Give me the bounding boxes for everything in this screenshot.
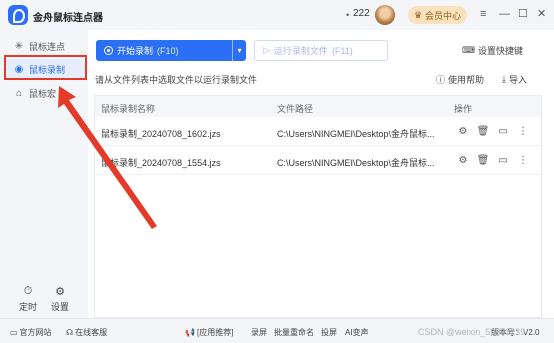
vip-center-label: 会员中心 — [425, 10, 462, 21]
sidebar-item-label: 鼠标宏 — [29, 88, 57, 99]
folder-icon[interactable]: ▭ — [497, 124, 509, 138]
recommend-link[interactable]: AI变声 — [345, 327, 369, 338]
set-hotkey-label: 设置快捷键 — [478, 46, 524, 56]
close-icon[interactable]: ✕ — [537, 8, 546, 20]
header-path: 文件路径 — [277, 104, 314, 114]
coin-count: 222 — [353, 8, 370, 19]
file-path: C:\Users\NINGMEI\Desktop\金舟鼠标... — [277, 129, 435, 139]
file-name: 鼠标录制_20240708_1554.jzs — [101, 158, 221, 168]
header-actions: 操作 — [454, 104, 473, 114]
help-label: 使用帮助 — [448, 75, 485, 85]
mouse-icon: ⌂ — [15, 87, 23, 99]
settings-icon[interactable]: ⚙ — [457, 124, 469, 138]
import-button[interactable]: ⤓ 导入 — [502, 73, 527, 86]
more-icon[interactable]: ⋮ — [517, 153, 529, 167]
app-recommend-label: [应用推荐] — [196, 328, 234, 337]
trash-icon[interactable]: 🗑 — [477, 153, 490, 167]
vip-center-button[interactable]: ♛ 会员中心 — [408, 6, 467, 24]
start-record-button[interactable]: 开始录制 (F10) ▾ — [96, 40, 246, 61]
headset-icon: ☊ — [66, 328, 74, 337]
timer-icon: ⏱ — [23, 285, 33, 297]
run-record-hotkey: (F11) — [331, 45, 353, 56]
app-recommend: 📢 [应用推荐] — [185, 327, 233, 338]
play-icon: ▷ — [263, 45, 270, 55]
app-title: 金舟鼠标连点器 — [33, 13, 103, 24]
more-icon[interactable]: ⋮ — [517, 124, 529, 138]
settings-label: 设置 — [50, 302, 69, 312]
official-website-label: 官方网站 — [19, 328, 52, 337]
online-support-label: 在线客服 — [75, 328, 108, 337]
minimize-icon[interactable]: — — [499, 8, 510, 20]
folder-icon[interactable]: ▭ — [497, 153, 509, 167]
monitor-icon: ▭ — [10, 328, 18, 337]
menu-icon[interactable]: ≡ — [480, 8, 486, 20]
record-dot-icon — [104, 46, 113, 55]
file-table: 鼠标录制名称 文件路径 操作 鼠标录制_20240708_1602.jzs C:… — [94, 95, 542, 318]
avatar[interactable] — [375, 5, 395, 25]
title-bar: 金舟鼠标连点器 • 222 ♛ 会员中心 ≡ — ☐ ✕ — [0, 0, 554, 30]
help-button[interactable]: ⓘ 使用帮助 — [436, 73, 484, 86]
import-icon: ⤓ — [502, 74, 506, 84]
import-label: 导入 — [508, 75, 527, 85]
table-row[interactable]: 鼠标录制_20240708_1602.jzs C:\Users\NINGMEI\… — [95, 117, 541, 146]
sidebar-item-label: 鼠标连点 — [29, 41, 66, 52]
run-record-label: 运行录制文件 — [273, 46, 328, 56]
trash-icon[interactable]: 🗑 — [477, 124, 490, 138]
hint-text: 请从文件列表中选取文件以运行录制文件 — [95, 75, 258, 85]
file-path: C:\Users\NINGMEI\Desktop\金舟鼠标... — [277, 158, 435, 168]
coin-icon: • — [346, 10, 350, 20]
start-record-hotkey: (F10) — [157, 45, 179, 56]
online-support-link[interactable]: ☊ 在线客服 — [66, 327, 107, 338]
official-website-link[interactable]: ▭ 官方网站 — [10, 327, 52, 338]
recommend-link[interactable]: 录屏 — [251, 327, 267, 338]
megaphone-icon: 📢 — [185, 328, 195, 337]
timer-button[interactable]: ⏱ 定时 — [13, 285, 43, 313]
file-name: 鼠标录制_20240708_1602.jzs — [101, 129, 221, 139]
recommend-link[interactable]: 投屏 — [321, 327, 337, 338]
header-name: 鼠标录制名称 — [101, 104, 156, 114]
settings-icon[interactable]: ⚙ — [457, 153, 469, 167]
info-icon: ⓘ — [436, 75, 446, 85]
click-icon: ✳ — [14, 40, 24, 52]
highlight-box — [4, 55, 87, 80]
settings-button[interactable]: ⚙ 设置 — [45, 285, 75, 313]
run-record-button[interactable]: ▷ 运行录制文件 (F11) — [254, 40, 388, 61]
table-row[interactable]: 鼠标录制_20240708_1554.jzs C:\Users\NINGMEI\… — [95, 146, 541, 175]
recommend-link[interactable]: 批量重命名 — [274, 327, 314, 338]
settings-icon: ⚙ — [55, 286, 65, 298]
crown-icon: ♛ — [413, 9, 423, 20]
table-header: 鼠标录制名称 文件路径 操作 — [95, 96, 541, 117]
watermark: CSDN @weixin_59971239 — [418, 327, 526, 337]
chevron-down-icon[interactable]: ▾ — [232, 40, 246, 61]
mouse-logo-icon — [8, 5, 28, 25]
timer-label: 定时 — [18, 302, 37, 312]
maximize-icon[interactable]: ☐ — [518, 8, 528, 20]
status-bar: ▭ 官方网站 ☊ 在线客服 📢 [应用推荐] 录屏 批量重命名 投屏 AI变声 … — [0, 318, 554, 343]
sidebar-item-click[interactable]: ✳ 鼠标连点 — [5, 36, 85, 56]
sidebar-item-macro[interactable]: ⌂ 鼠标宏 — [5, 83, 85, 103]
set-hotkey-button[interactable]: ⌨ 设置快捷键 — [462, 44, 523, 57]
start-record-label: 开始录制 — [117, 46, 154, 56]
keyboard-icon: ⌨ — [462, 45, 475, 55]
main-panel: 开始录制 (F10) ▾ ▷ 运行录制文件 (F11) ⌨ 设置快捷键 请从文件… — [88, 30, 554, 318]
